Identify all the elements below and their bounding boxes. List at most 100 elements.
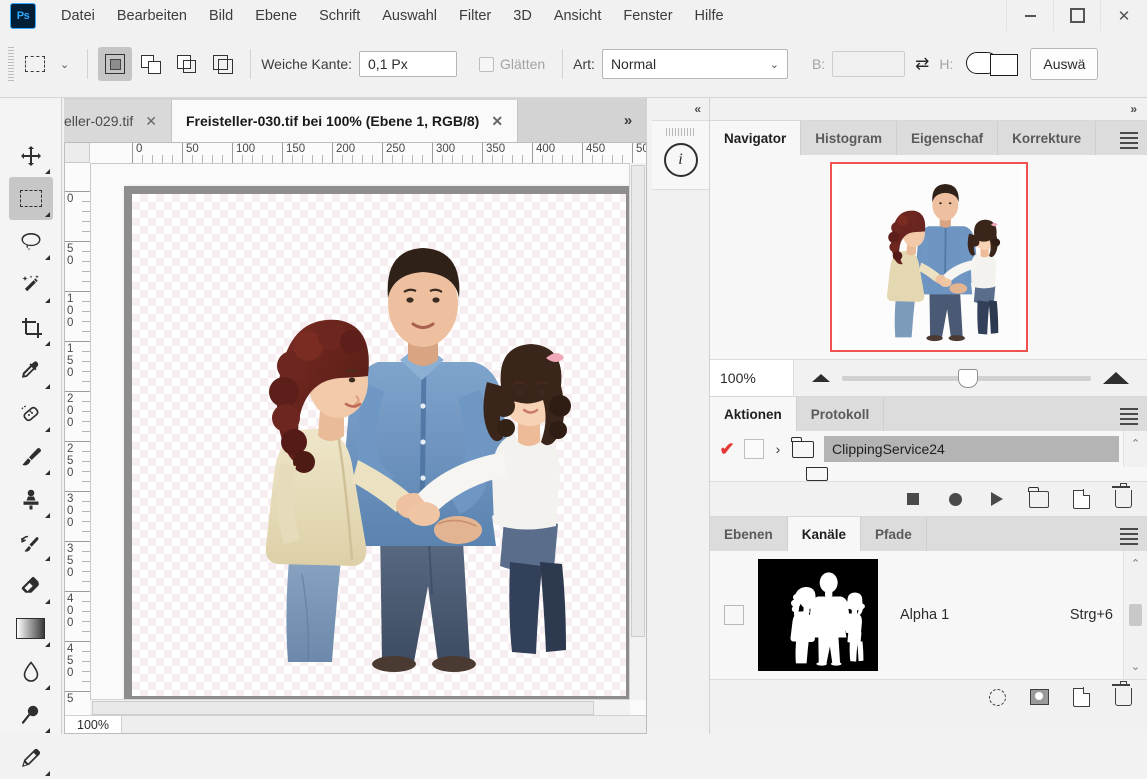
actions-panel-menu-button[interactable] <box>1111 397 1147 431</box>
tab-protokoll[interactable]: Protokoll <box>797 397 885 431</box>
navigator-zoom-slider-thumb[interactable] <box>958 369 978 388</box>
close-tab-icon[interactable]: ✕ <box>491 113 503 130</box>
eyedropper-tool[interactable] <box>9 349 53 392</box>
antialias-checkbox[interactable] <box>479 57 494 72</box>
navigator-thumbnail[interactable] <box>830 162 1028 352</box>
load-channel-as-selection-icon[interactable] <box>987 687 1007 707</box>
action-dialog-toggle-box[interactable] <box>744 439 764 459</box>
canvas-horizontal-scrollbar[interactable] <box>90 699 630 716</box>
tab-eigenschaften[interactable]: Eigenschaf <box>897 121 998 155</box>
menu-datei[interactable]: Datei <box>50 4 106 28</box>
dock-grip[interactable] <box>666 128 696 136</box>
scroll-up-icon[interactable]: ⌃ <box>1131 437 1140 450</box>
action-row-partial[interactable] <box>710 467 1147 481</box>
delete-channel-icon[interactable] <box>1113 687 1133 707</box>
crop-tool[interactable] <box>9 306 53 349</box>
action-set-name[interactable]: ClippingService24 <box>824 436 1119 462</box>
actions-scrollbar[interactable]: ⌃ <box>1123 431 1147 467</box>
clone-stamp-tool[interactable] <box>9 478 53 521</box>
close-tab-icon[interactable]: ✕ <box>145 113 157 130</box>
document-tab-freisteller-030[interactable]: Freisteller-030.tif bei 100% (Ebene 1, R… <box>172 100 518 142</box>
channel-name[interactable]: Alpha 1 <box>878 607 1070 623</box>
canvas-vertical-scrollbar[interactable] <box>629 163 646 700</box>
new-selection-button[interactable] <box>98 47 132 81</box>
stop-icon[interactable] <box>903 489 923 509</box>
document-tabs-overflow-button[interactable]: » <box>609 98 647 142</box>
pen-tool[interactable] <box>9 736 53 779</box>
save-selection-as-channel-icon[interactable] <box>1029 687 1049 707</box>
navigator-zoom-value[interactable]: 100% <box>710 360 794 396</box>
current-tool-icon[interactable] <box>18 47 52 81</box>
swap-width-height-icon[interactable]: ⇄ <box>915 54 929 74</box>
channels-panel-menu-button[interactable] <box>1111 517 1147 551</box>
subtract-from-selection-button[interactable] <box>170 47 204 81</box>
new-action-set-icon[interactable] <box>1029 489 1049 509</box>
info-panel-dock-item[interactable]: i <box>652 120 709 190</box>
scrollbar-thumb[interactable] <box>92 701 594 715</box>
menu-hilfe[interactable]: Hilfe <box>684 4 735 28</box>
maximize-button[interactable] <box>1053 0 1100 31</box>
artboard[interactable] <box>124 186 629 700</box>
action-enabled-checkmark-icon[interactable]: ✔ <box>710 439 744 460</box>
intersect-with-selection-button[interactable] <box>206 47 240 81</box>
zoom-in-icon[interactable] <box>1103 372 1129 384</box>
play-icon[interactable] <box>987 489 1007 509</box>
delete-action-icon[interactable] <box>1113 489 1133 509</box>
menu-bearbeiten[interactable]: Bearbeiten <box>106 4 198 28</box>
spot-healing-brush-tool[interactable] <box>9 392 53 435</box>
navigator-preview-area[interactable] <box>710 155 1147 359</box>
vertical-ruler[interactable]: 0 50 100 150 200 250 300 350 400 <box>65 163 91 733</box>
status-zoom-level[interactable]: 100% <box>65 716 122 733</box>
quick-selection-tool[interactable] <box>9 263 53 306</box>
tab-histogramm[interactable]: Histogram <box>801 121 897 155</box>
eraser-tool[interactable] <box>9 564 53 607</box>
width-input[interactable] <box>832 51 905 77</box>
info-icon[interactable]: i <box>664 143 698 177</box>
select-subject-button[interactable]: Auswä <box>1030 48 1098 80</box>
tab-ebenen[interactable]: Ebenen <box>710 517 788 551</box>
expand-action-set-chevron-right-icon[interactable]: › <box>764 441 792 457</box>
navigator-panel-menu-button[interactable] <box>1111 121 1147 155</box>
move-tool[interactable] <box>9 134 53 177</box>
scroll-down-icon[interactable]: ⌄ <box>1131 660 1140 673</box>
zoom-out-icon[interactable] <box>812 374 830 382</box>
menu-bild[interactable]: Bild <box>198 4 244 28</box>
channels-scrollbar[interactable]: ⌃ ⌄ <box>1123 551 1147 679</box>
scrollbar-thumb[interactable] <box>631 165 645 637</box>
canvas-image[interactable] <box>132 194 626 696</box>
menu-filter[interactable]: Filter <box>448 4 502 28</box>
rectangular-marquee-tool[interactable] <box>9 177 53 220</box>
brush-tool[interactable] <box>9 435 53 478</box>
menu-schrift[interactable]: Schrift <box>308 4 371 28</box>
dodge-tool[interactable] <box>9 693 53 736</box>
style-select[interactable]: Normal ⌄ <box>602 49 788 79</box>
menu-ebene[interactable]: Ebene <box>244 4 308 28</box>
expand-panels-button[interactable]: » <box>710 98 1147 120</box>
tab-aktionen[interactable]: Aktionen <box>710 397 797 431</box>
channel-row-alpha-1[interactable]: Alpha 1 Strg+6 ⌃ ⌄ <box>710 551 1147 679</box>
new-action-icon[interactable] <box>1071 489 1091 509</box>
tool-preset-chevron-down-icon[interactable]: ⌄ <box>52 58 77 71</box>
navigator-zoom-slider[interactable] <box>842 376 1091 381</box>
channel-thumbnail[interactable] <box>758 559 878 671</box>
blur-tool[interactable] <box>9 650 53 693</box>
lasso-tool[interactable] <box>9 220 53 263</box>
menu-auswahl[interactable]: Auswahl <box>371 4 448 28</box>
tab-pfade[interactable]: Pfade <box>861 517 927 551</box>
gradient-tool[interactable] <box>9 607 53 650</box>
menu-ansicht[interactable]: Ansicht <box>543 4 613 28</box>
tab-navigator[interactable]: Navigator <box>710 121 801 155</box>
record-icon[interactable] <box>945 489 965 509</box>
background-color-swatch[interactable] <box>990 54 1018 76</box>
history-brush-tool[interactable] <box>9 521 53 564</box>
height-input-group[interactable] <box>966 52 1018 76</box>
action-set-row[interactable]: ✔ › ClippingService24 ⌃ <box>710 431 1147 467</box>
minimize-button[interactable] <box>1006 0 1053 31</box>
tab-korrekturen[interactable]: Korrekture <box>998 121 1096 155</box>
tab-kanaele[interactable]: Kanäle <box>788 517 861 551</box>
horizontal-ruler[interactable]: 0 50 100 150 200 250 300 350 400 <box>90 143 646 164</box>
scrollbar-thumb[interactable] <box>1129 604 1142 626</box>
menu-fenster[interactable]: Fenster <box>612 4 683 28</box>
document-tab-freisteller-029[interactable]: eller-029.tif ✕ <box>64 100 172 142</box>
add-to-selection-button[interactable] <box>134 47 168 81</box>
